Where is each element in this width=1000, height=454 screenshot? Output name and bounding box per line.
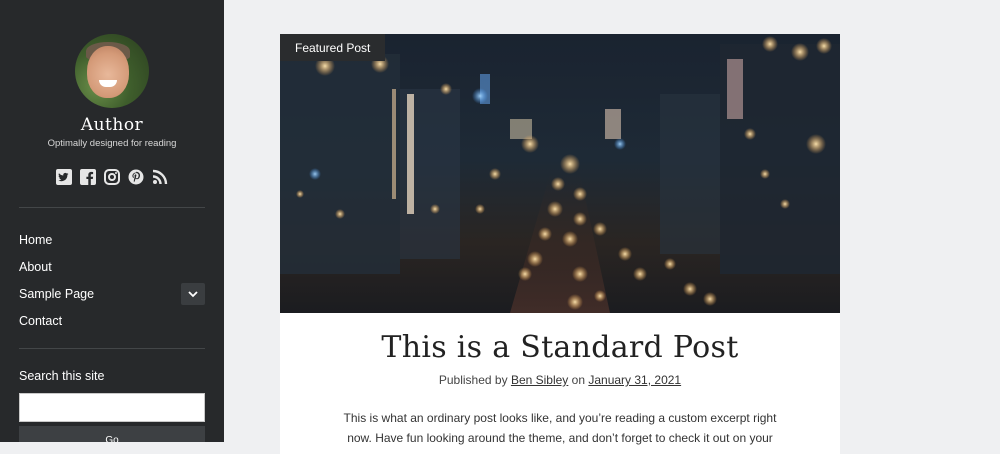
nav-item-home[interactable]: Home (19, 233, 52, 247)
featured-image[interactable]: Featured Post (280, 34, 840, 313)
nav-item-contact[interactable]: Contact (19, 314, 62, 328)
byline-prefix: Published by (438, 373, 508, 387)
site-tagline: Optimally designed for reading (47, 138, 177, 149)
rss-icon[interactable] (151, 168, 169, 186)
facebook-icon[interactable] (79, 168, 97, 186)
twitter-icon[interactable] (55, 168, 73, 186)
post-excerpt: This is what an ordinary post looks like… (343, 411, 777, 445)
sidebar-divider (19, 207, 205, 208)
instagram-icon[interactable] (103, 168, 121, 186)
post-byline: Published by Ben Sibley on January 31, 2… (280, 373, 840, 387)
nav-item-about[interactable]: About (19, 260, 52, 274)
search-go-button[interactable]: Go (19, 426, 205, 442)
byline-middle: on (571, 373, 586, 387)
nav-item-sample-page[interactable]: Sample Page (19, 287, 94, 301)
featured-post-badge: Featured Post (280, 34, 386, 61)
sidebar: Author Optimally designed for reading Ho… (0, 0, 224, 442)
search-input[interactable] (19, 393, 205, 422)
author-link[interactable]: Ben Sibley (511, 373, 568, 387)
submenu-toggle-button[interactable] (181, 283, 205, 305)
date-link[interactable]: January 31, 2021 (588, 373, 681, 387)
featured-post-card: Featured Post This is a Standard Post Pu… (280, 34, 840, 454)
chevron-down-icon (188, 290, 198, 297)
author-avatar[interactable] (75, 34, 149, 108)
author-name[interactable]: Author (0, 115, 224, 135)
pinterest-icon[interactable] (127, 168, 145, 186)
social-icons (0, 168, 224, 186)
search-label: Search this site (19, 369, 105, 383)
post-title[interactable]: This is a Standard Post (280, 330, 840, 365)
sidebar-divider (19, 348, 205, 349)
